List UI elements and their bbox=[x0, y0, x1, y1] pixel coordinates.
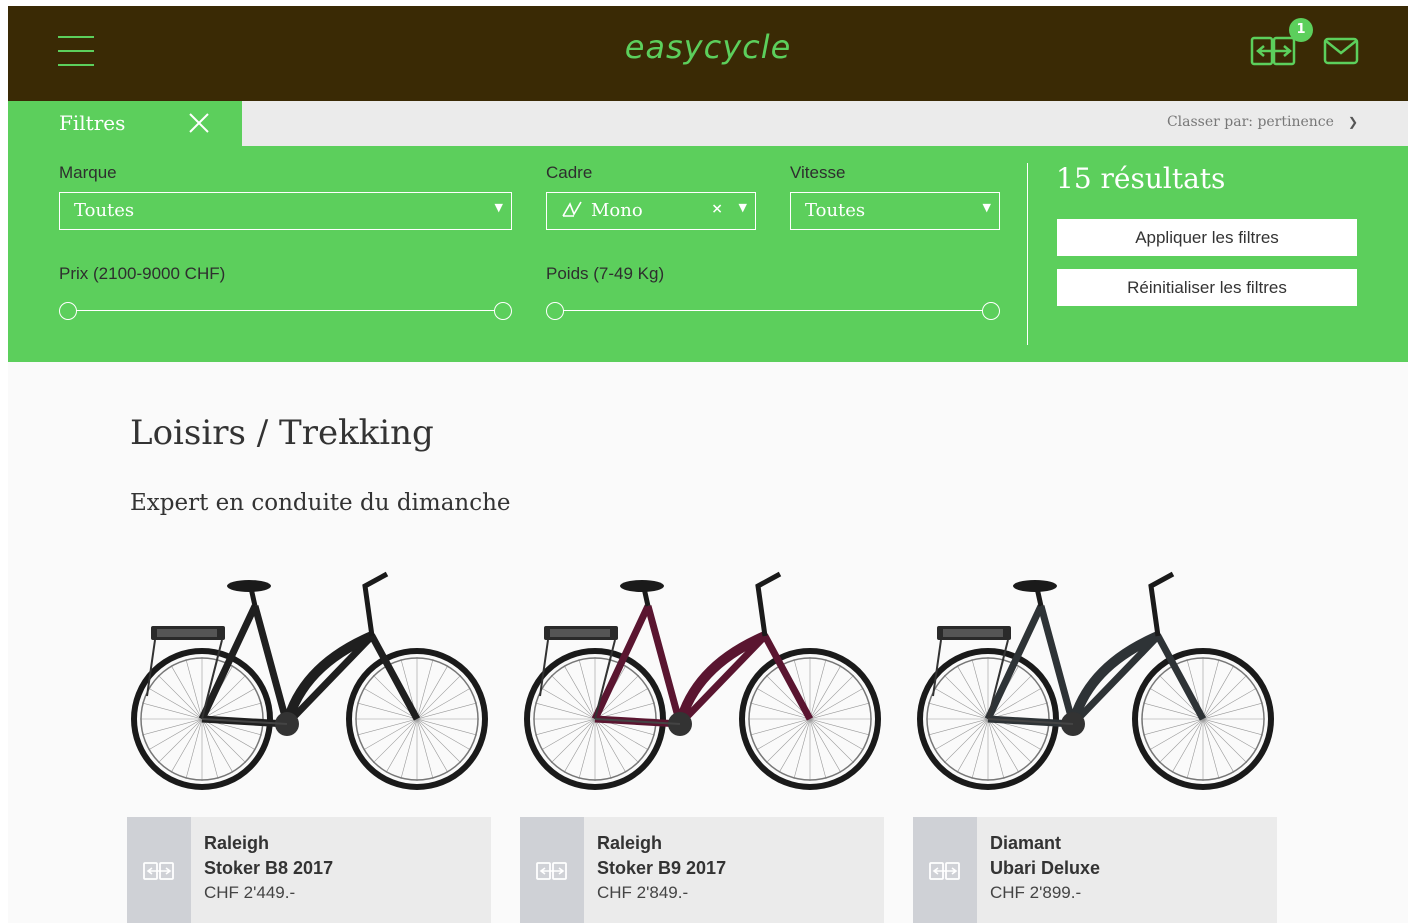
filters-tab[interactable]: Filtres bbox=[8, 101, 242, 146]
compare-icon bbox=[143, 862, 174, 880]
section-subtitle: Expert en conduite du dimanche bbox=[130, 490, 511, 516]
product-image bbox=[917, 571, 1274, 790]
product-image bbox=[131, 571, 488, 790]
top-header: easycycle 1 bbox=[8, 6, 1408, 101]
panel-divider bbox=[1027, 163, 1028, 345]
product-price: CHF 2'899.- bbox=[990, 883, 1082, 902]
compare-icon bbox=[536, 862, 567, 880]
page-frame: easycycle 1 Filtres Classer par: pertine… bbox=[8, 6, 1408, 923]
weight-max-handle[interactable] bbox=[982, 302, 1000, 320]
close-icon[interactable] bbox=[188, 112, 210, 134]
caret-down-icon: ▼ bbox=[738, 201, 747, 214]
frame-type-icon bbox=[562, 201, 582, 217]
caret-down-icon: ▼ bbox=[494, 201, 503, 214]
compare-count-badge: 1 bbox=[1289, 18, 1313, 42]
product-info: Diamant Ubari Deluxe CHF 2'899.- bbox=[913, 817, 1277, 923]
brand-select-value: Toutes bbox=[74, 200, 135, 221]
product-card[interactable]: Raleigh Stoker B9 2017 CHF 2'849.- bbox=[520, 546, 884, 923]
product-model: Stoker B8 2017 bbox=[204, 858, 334, 878]
brand-select[interactable]: Toutes ▼ bbox=[59, 192, 512, 230]
product-info: Raleigh Stoker B8 2017 CHF 2'449.- bbox=[127, 817, 491, 923]
frame-filter-label: Cadre bbox=[546, 163, 593, 182]
filters-tab-label: Filtres bbox=[59, 111, 126, 135]
price-range-slider[interactable] bbox=[59, 302, 512, 320]
slider-track bbox=[555, 310, 991, 311]
compare-icon bbox=[929, 862, 960, 880]
frame-select-value: Mono bbox=[591, 200, 643, 221]
add-to-compare-button[interactable] bbox=[913, 817, 977, 923]
product-price: CHF 2'449.- bbox=[204, 883, 296, 902]
speed-select[interactable]: Toutes ▼ bbox=[790, 192, 1000, 230]
price-min-handle[interactable] bbox=[59, 302, 77, 320]
price-filter-label: Prix (2100-9000 CHF) bbox=[59, 264, 226, 283]
product-info: Raleigh Stoker B9 2017 CHF 2'849.- bbox=[520, 817, 884, 923]
brand-filter-label: Marque bbox=[59, 163, 117, 182]
price-max-handle[interactable] bbox=[494, 302, 512, 320]
section-title: Loisirs / Trekking bbox=[130, 413, 434, 453]
product-model: Stoker B9 2017 bbox=[597, 858, 727, 878]
product-image bbox=[524, 571, 881, 790]
slider-track bbox=[68, 310, 503, 311]
reset-filters-button[interactable]: Réinitialiser les filtres bbox=[1057, 269, 1357, 306]
product-brand: Diamant bbox=[990, 833, 1062, 853]
compare-icon[interactable] bbox=[1250, 34, 1298, 68]
clear-icon[interactable]: × bbox=[711, 201, 723, 217]
sort-dropdown[interactable]: Classer par: pertinence ❯ bbox=[1167, 114, 1358, 130]
filter-panel: Marque Toutes ▼ Cadre Mono × ▼ Vitesse T… bbox=[8, 146, 1408, 362]
logo[interactable]: easycycle bbox=[8, 28, 1408, 66]
product-price: CHF 2'849.- bbox=[597, 883, 689, 902]
product-card[interactable]: Diamant Ubari Deluxe CHF 2'899.- bbox=[913, 546, 1277, 923]
product-brand: Raleigh bbox=[204, 833, 270, 853]
frame-select[interactable]: Mono × ▼ bbox=[546, 192, 756, 230]
caret-down-icon: ▼ bbox=[982, 201, 991, 214]
add-to-compare-button[interactable] bbox=[127, 817, 191, 923]
mail-icon[interactable] bbox=[1323, 36, 1359, 66]
speed-filter-label: Vitesse bbox=[790, 163, 846, 182]
sort-label: Classer par: pertinence bbox=[1166, 114, 1334, 130]
product-card[interactable]: Raleigh Stoker B8 2017 CHF 2'449.- bbox=[127, 546, 491, 923]
weight-range-slider[interactable] bbox=[546, 302, 1000, 320]
weight-min-handle[interactable] bbox=[546, 302, 564, 320]
chevron-down-icon: ❯ bbox=[1347, 115, 1358, 129]
product-brand: Raleigh bbox=[597, 833, 663, 853]
filter-bar: Filtres Classer par: pertinence ❯ bbox=[8, 101, 1408, 146]
results-count: 15 résultats bbox=[1056, 162, 1226, 195]
product-model: Ubari Deluxe bbox=[990, 858, 1101, 878]
weight-filter-label: Poids (7-49 Kg) bbox=[546, 264, 665, 283]
speed-select-value: Toutes bbox=[805, 200, 866, 221]
add-to-compare-button[interactable] bbox=[520, 817, 584, 923]
apply-filters-button[interactable]: Appliquer les filtres bbox=[1057, 219, 1357, 256]
